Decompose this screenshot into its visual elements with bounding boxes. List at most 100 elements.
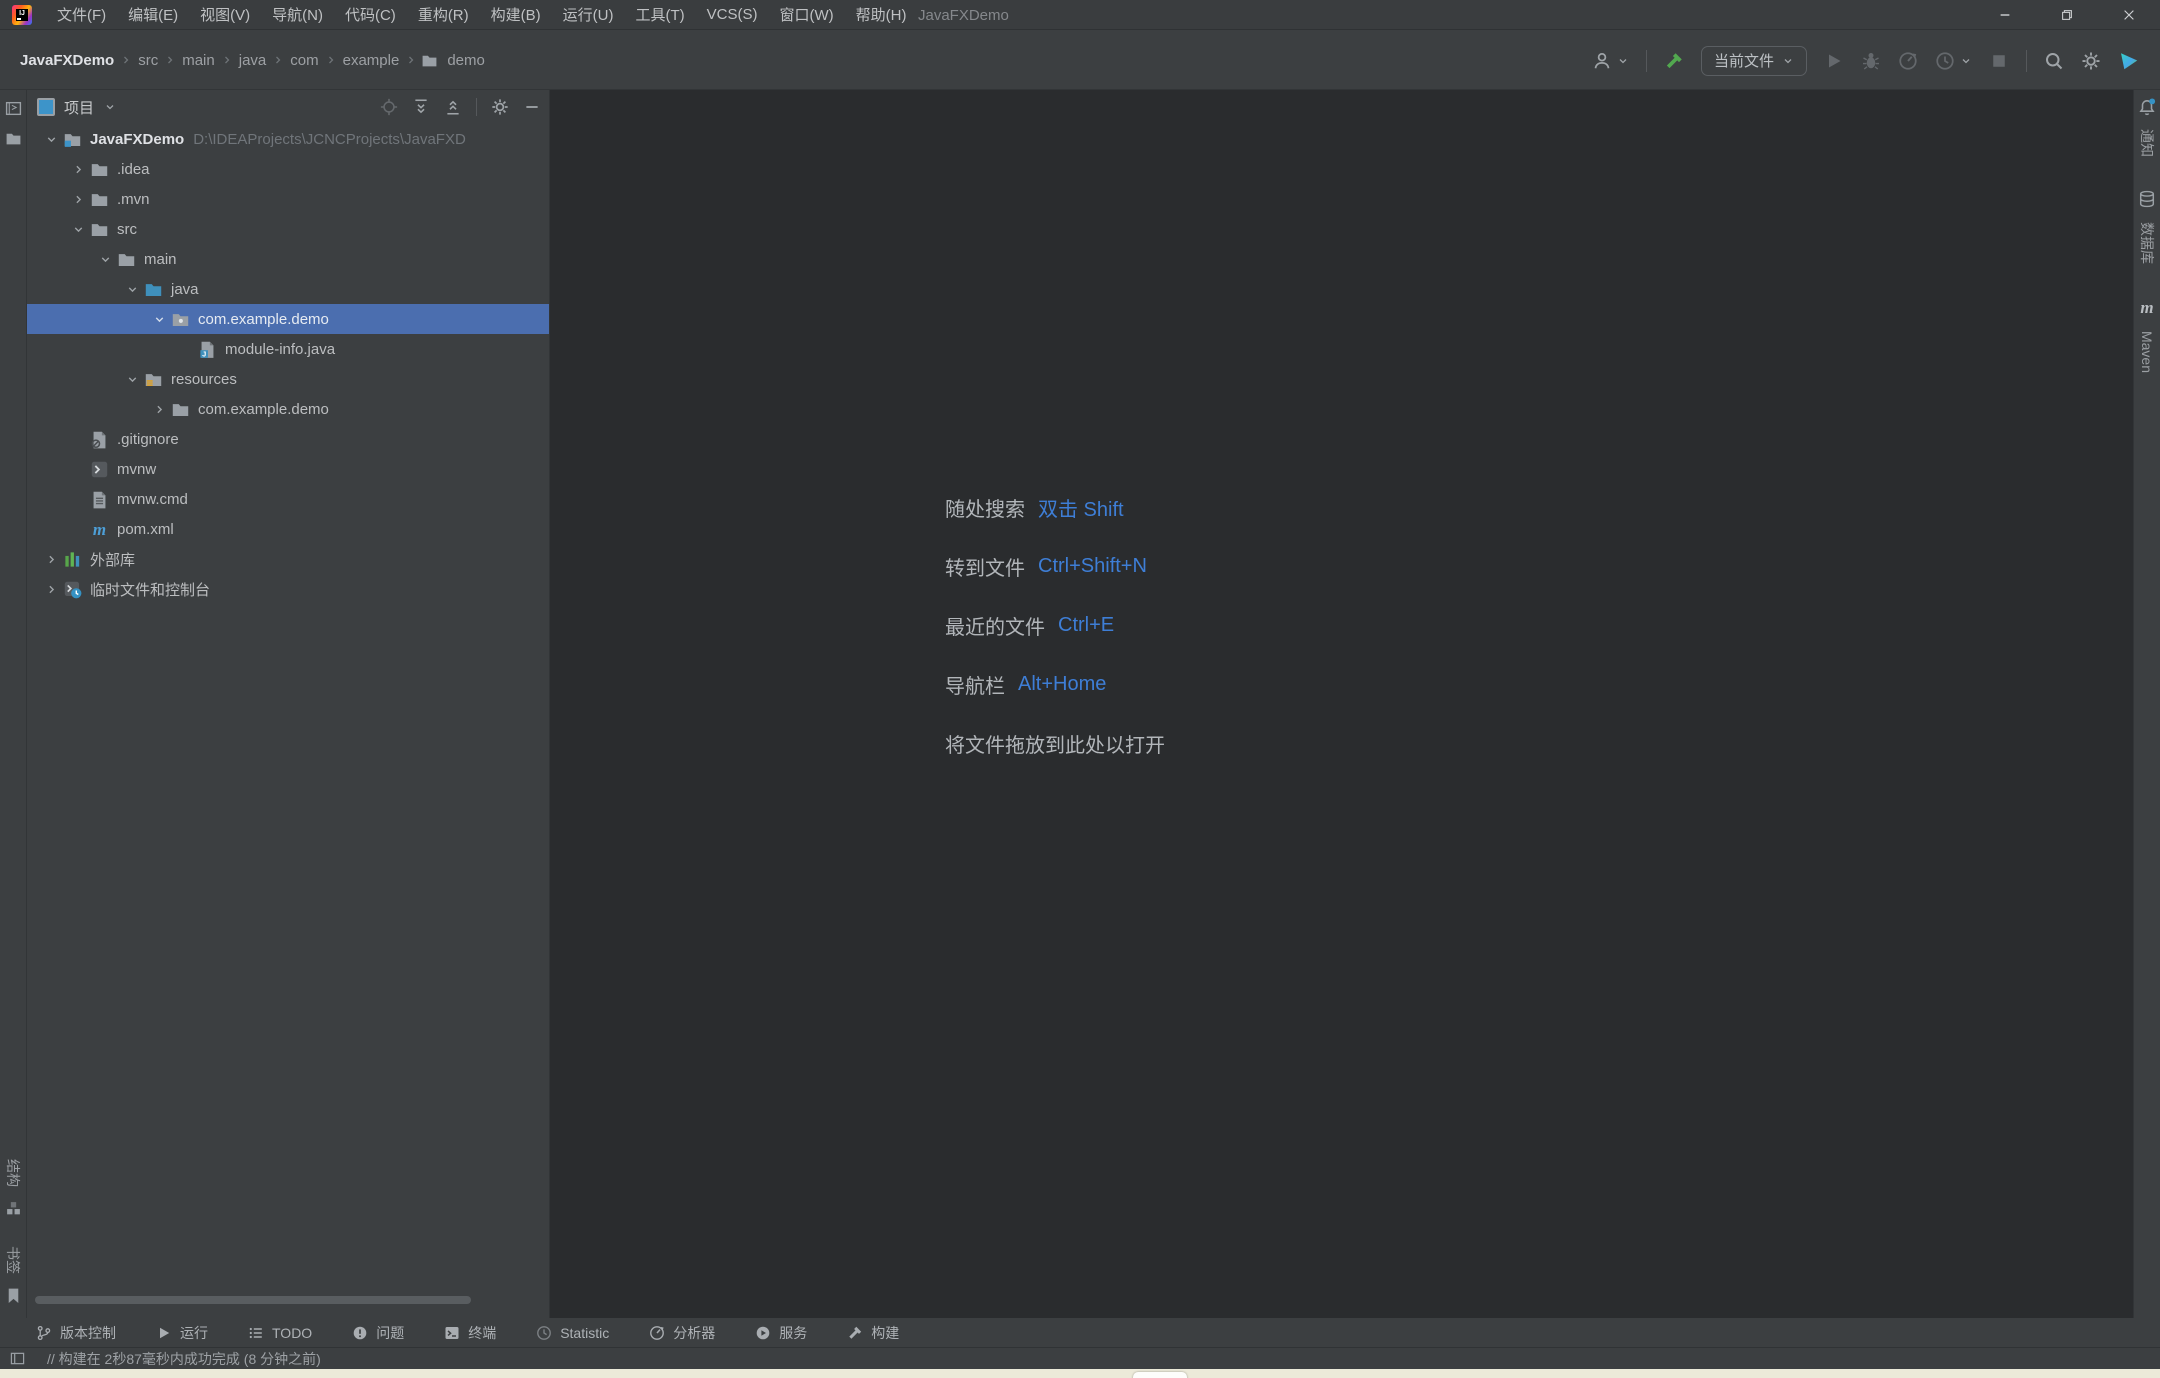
breadcrumb-project[interactable]: JavaFXDemo — [16, 50, 118, 71]
breadcrumb-main[interactable]: main — [178, 50, 219, 71]
tree-row-mvn[interactable]: .mvn — [27, 184, 549, 214]
tool-button-run[interactable]: 运行 — [156, 1323, 208, 1343]
breadcrumb-demo[interactable]: demo — [443, 50, 489, 71]
chevron-down-icon[interactable] — [39, 131, 63, 147]
sidebar-item-structure[interactable]: 结构 — [0, 1156, 27, 1217]
chevron-right-icon[interactable] — [147, 401, 171, 417]
tree-row-pom-xml[interactable]: m pom.xml — [27, 514, 549, 544]
chevron-right-icon[interactable] — [66, 161, 90, 177]
tool-button-build[interactable]: 构建 — [847, 1323, 899, 1343]
tree-row-external-libraries[interactable]: 外部库 — [27, 544, 549, 574]
user-profile-icon[interactable] — [1592, 51, 1612, 71]
tree-row-mvnw-cmd[interactable]: mvnw.cmd — [27, 484, 549, 514]
search-everywhere-icon[interactable] — [2044, 51, 2064, 71]
tree-row-gitignore[interactable]: .gitignore — [27, 424, 549, 454]
tool-button-label: 问题 — [376, 1323, 404, 1343]
menu-run[interactable]: 运行(U) — [552, 0, 625, 29]
menu-refactor[interactable]: 重构(R) — [407, 0, 480, 29]
debug-button-icon[interactable] — [1861, 51, 1881, 71]
window-controls — [1974, 0, 2160, 30]
status-message[interactable]: // 构建在 2秒87毫秒内成功完成 (8 分钟之前) — [47, 1349, 321, 1369]
close-button[interactable] — [2098, 0, 2160, 30]
chevron-down-icon[interactable] — [66, 221, 90, 237]
menu-edit[interactable]: 编辑(E) — [117, 0, 189, 29]
chevron-down-icon[interactable] — [93, 251, 117, 267]
stop-button-icon[interactable] — [1989, 51, 2009, 71]
tree-row-src[interactable]: src — [27, 214, 549, 244]
status-bar: // 构建在 2秒87毫秒内成功完成 (8 分钟之前) — [0, 1348, 2160, 1369]
restore-button[interactable] — [2036, 0, 2098, 30]
tree-row-mvnw[interactable]: mvnw — [27, 454, 549, 484]
intellij-logo-icon: IJ — [12, 5, 32, 25]
tree-row-javafxdemo[interactable]: JavaFXDemo D:\IDEAProjects\JCNCProjects\… — [27, 124, 549, 154]
chevron-right-icon — [164, 54, 176, 66]
chevron-right-icon[interactable] — [39, 581, 63, 597]
tree-label: main — [144, 251, 177, 268]
sidebar-item-notifications[interactable]: 通知 — [2133, 98, 2160, 160]
tree-row-idea[interactable]: .idea — [27, 154, 549, 184]
expand-all-icon[interactable] — [412, 98, 430, 116]
menu-help[interactable]: 帮助(H) — [845, 0, 918, 29]
chevron-right-icon[interactable] — [66, 191, 90, 207]
hide-panel-icon[interactable] — [523, 98, 541, 116]
menu-tools[interactable]: 工具(T) — [624, 0, 695, 29]
menu-vcs[interactable]: VCS(S) — [696, 0, 769, 29]
tool-button-version-control[interactable]: 版本控制 — [36, 1323, 116, 1343]
collapse-all-icon[interactable] — [444, 98, 462, 116]
options-gear-icon[interactable] — [491, 98, 509, 116]
tool-button-terminal[interactable]: 终端 — [444, 1323, 496, 1343]
menu-build[interactable]: 构建(B) — [480, 0, 552, 29]
text-file-icon — [90, 490, 109, 509]
menu-view[interactable]: 视图(V) — [189, 0, 261, 29]
profiler-button-icon[interactable] — [1898, 51, 1918, 71]
tree-row-com-example-demo[interactable]: com.example.demo — [27, 304, 549, 334]
chevron-right-icon — [272, 54, 284, 66]
layout-icon[interactable] — [10, 1351, 25, 1366]
breadcrumb-java[interactable]: java — [235, 50, 271, 71]
tree-row-main[interactable]: main — [27, 244, 549, 274]
menu-code[interactable]: 代码(C) — [334, 0, 407, 29]
menu-file[interactable]: 文件(F) — [46, 0, 117, 29]
run-button-icon[interactable] — [1824, 51, 1844, 71]
chevron-down-icon[interactable] — [147, 311, 171, 327]
breadcrumb-com[interactable]: com — [286, 50, 322, 71]
chevron-down-icon[interactable] — [120, 371, 144, 387]
menu-window[interactable]: 窗口(W) — [768, 0, 844, 29]
settings-gear-icon[interactable] — [2081, 51, 2101, 71]
tree-row-java[interactable]: java — [27, 274, 549, 304]
tool-button-statistic[interactable]: Statistic — [536, 1325, 609, 1341]
tree-row-scratches[interactable]: 临时文件和控制台 — [27, 574, 549, 604]
horizontal-scrollbar[interactable] — [35, 1296, 471, 1304]
breadcrumb-src[interactable]: src — [134, 50, 162, 71]
tree-row-module-info[interactable]: module-info.java — [27, 334, 549, 364]
tool-button-problems[interactable]: 问题 — [352, 1323, 404, 1343]
project-tool-window-icon[interactable] — [5, 100, 22, 117]
title-bar: IJ 文件(F) 编辑(E) 视图(V) 导航(N) 代码(C) 重构(R) 构… — [0, 0, 2160, 30]
chevron-right-icon — [120, 54, 132, 66]
library-icon — [63, 550, 82, 569]
shortcut-label: 最近的文件 — [945, 611, 1045, 640]
build-hammer-icon[interactable] — [1664, 51, 1684, 71]
select-opened-file-icon[interactable] — [380, 98, 398, 116]
menu-navigate[interactable]: 导航(N) — [261, 0, 334, 29]
shortcut-keys: Ctrl+E — [1058, 614, 1114, 637]
run-with-coverage-icon[interactable] — [1935, 51, 1955, 71]
minimize-button[interactable] — [1974, 0, 2036, 30]
breadcrumb-example[interactable]: example — [339, 50, 404, 71]
sidebar-item-bookmarks[interactable]: 书签 — [0, 1243, 27, 1304]
code-with-me-icon[interactable] — [2118, 50, 2140, 72]
tool-button-todo[interactable]: TODO — [248, 1325, 312, 1341]
tree-row-resources-com-example-demo[interactable]: com.example.demo — [27, 394, 549, 424]
chevron-down-icon[interactable] — [104, 101, 116, 113]
tree-row-resources[interactable]: resources — [27, 364, 549, 394]
chevron-right-icon[interactable] — [39, 551, 63, 567]
tool-button-label: TODO — [272, 1325, 312, 1341]
run-configuration-select[interactable]: 当前文件 — [1701, 46, 1807, 76]
tool-button-label: 终端 — [468, 1323, 496, 1343]
project-panel-title[interactable]: 项目 — [64, 97, 94, 118]
tree-label: mvnw — [117, 461, 156, 478]
chevron-down-icon[interactable] — [120, 281, 144, 297]
tool-button-profiler[interactable]: 分析器 — [649, 1323, 715, 1343]
tool-button-services[interactable]: 服务 — [755, 1323, 807, 1343]
folder-icon[interactable] — [5, 130, 22, 147]
